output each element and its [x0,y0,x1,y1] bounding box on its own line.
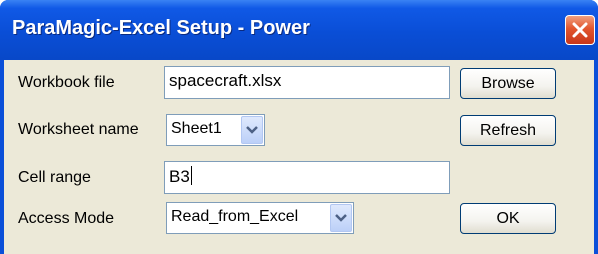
access-mode-select[interactable]: Read_from_Excel [166,202,354,234]
cell-range-value: B3 [169,167,190,186]
cell-range-input[interactable]: B3 [164,161,450,194]
browse-button-label: Browse [481,75,535,92]
worksheet-name-value: Sheet1 [171,120,222,137]
window-title: ParaMagic-Excel Setup - Power [12,17,310,39]
worksheet-name-select[interactable]: Sheet1 [166,114,265,146]
worksheet-name-label: Worksheet name [18,121,139,138]
text-cursor [190,166,192,185]
title-bar[interactable]: ParaMagic-Excel Setup - Power [0,0,598,60]
cell-range-label: Cell range [18,169,91,186]
access-mode-dropdown-button[interactable] [330,204,352,232]
chevron-down-icon [335,214,347,222]
workbook-file-input[interactable]: spacecraft.xlsx [164,66,450,99]
worksheet-dropdown-button[interactable] [241,116,263,144]
ok-button-label: OK [496,210,520,227]
refresh-button[interactable]: Refresh [460,115,556,146]
ok-button[interactable]: OK [460,203,556,234]
refresh-button-label: Refresh [479,122,537,139]
close-button[interactable] [565,15,595,45]
workbook-file-label: Workbook file [18,74,115,91]
dialog-window: ParaMagic-Excel Setup - Power Workbook f… [0,0,598,254]
workbook-file-value: spacecraft.xlsx [169,71,282,90]
access-mode-label: Access Mode [18,210,115,227]
chevron-down-icon [246,126,258,134]
browse-button[interactable]: Browse [460,68,556,99]
close-icon [572,22,588,38]
access-mode-value: Read_from_Excel [171,208,299,225]
dialog-body: Workbook file spacecraft.xlsx Browse Wor… [4,60,594,254]
